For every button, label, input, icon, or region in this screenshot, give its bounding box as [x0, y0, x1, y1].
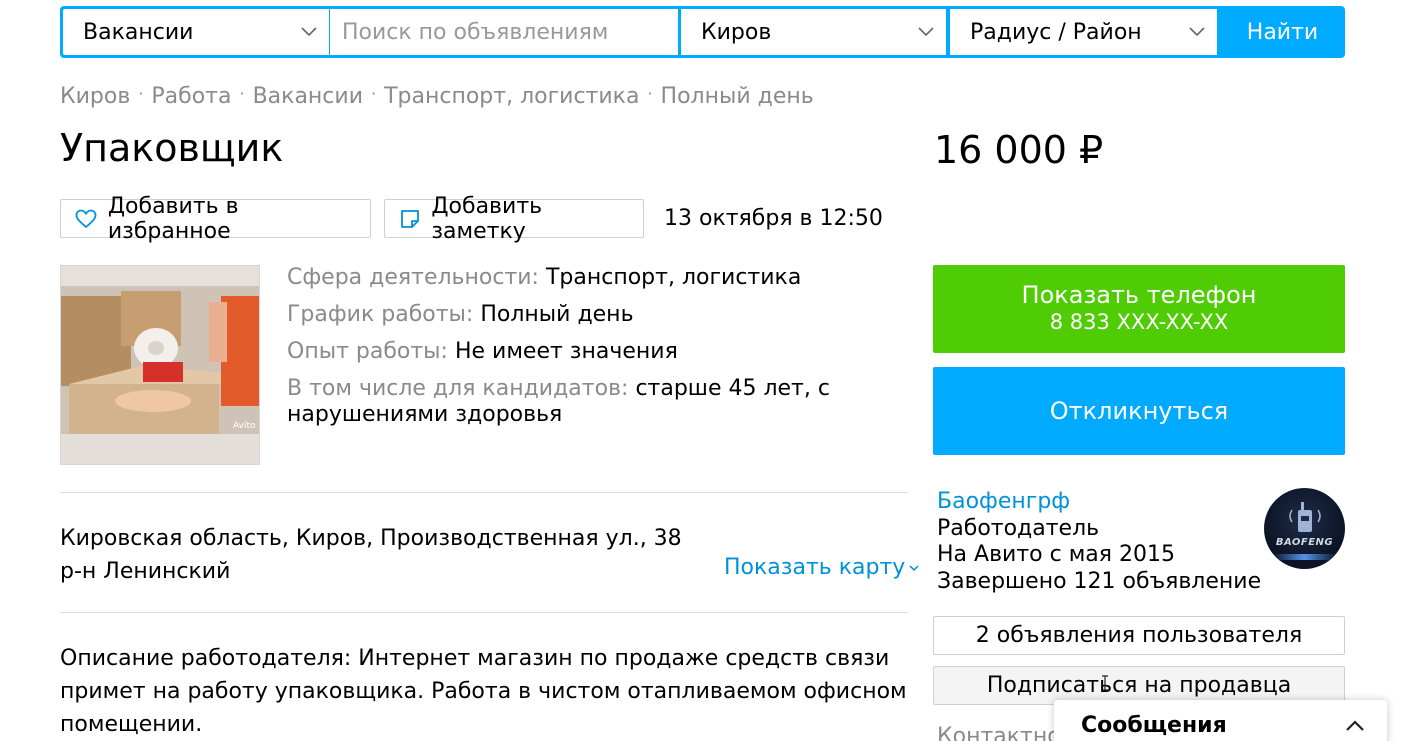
add-to-favorites-label: Добавить в избранное — [107, 193, 239, 244]
seller-since: На Авито с мая 2015 — [937, 542, 1175, 567]
page-title: Упаковщик — [60, 126, 284, 170]
address: Кировская область, Киров, Производственн… — [60, 522, 682, 588]
chevron-down-icon — [909, 560, 919, 576]
breadcrumb-separator: · — [138, 84, 144, 103]
param-label: В том числе для кандидатов: — [287, 376, 629, 401]
param-value: Не имеет значения — [454, 339, 678, 364]
search-input-placeholder: Поиск по объявлениям — [342, 19, 609, 45]
param-row: Сфера деятельности: Транспорт, логистика — [287, 265, 847, 291]
show-map-link[interactable]: Показать карту — [724, 555, 919, 580]
job-params: Сфера деятельности: Транспорт, логистика… — [287, 265, 847, 439]
show-map-label: Показать карту — [724, 555, 906, 580]
search-button[interactable]: Найти — [1220, 6, 1345, 58]
radius-select[interactable]: Радиус / Район — [950, 9, 1217, 55]
chevron-down-icon — [1177, 27, 1217, 37]
avatar[interactable]: BAOFENG — [1264, 488, 1345, 569]
breadcrumb: Киров · Работа · Вакансии · Транспорт, л… — [60, 84, 814, 109]
masked-phone: 8 833 XXX-XX-XX — [1049, 310, 1229, 334]
city-select-value: Киров — [701, 19, 772, 45]
city-select[interactable]: Киров — [681, 9, 946, 55]
chevron-down-icon — [289, 27, 329, 37]
breadcrumb-item[interactable]: Полный день — [661, 84, 814, 109]
address-line: Кировская область, Киров, Производственн… — [60, 526, 682, 551]
breadcrumb-separator: · — [239, 84, 245, 103]
radius-select-value: Радиус / Район — [970, 19, 1142, 45]
reply-button[interactable]: Откликнуться — [933, 367, 1345, 455]
listing-photo[interactable]: Avito — [60, 265, 260, 465]
chevron-up-icon[interactable] — [1343, 714, 1367, 738]
breadcrumb-separator: · — [371, 84, 377, 103]
breadcrumb-item[interactable]: Киров — [60, 84, 130, 109]
param-value: Полный день — [480, 302, 634, 327]
messages-title: Сообщения — [1081, 713, 1227, 738]
breadcrumb-item[interactable]: Транспорт, логистика — [384, 84, 639, 109]
seller-role: Работодатель — [937, 515, 1100, 541]
param-label: График работы: — [287, 302, 474, 327]
user-ads-button[interactable]: 2 объявления пользователя — [933, 616, 1345, 655]
param-label: Опыт работы: — [287, 339, 448, 364]
param-label: Сфера деятельности: — [287, 265, 539, 290]
seller-completed: Завершено 121 объявление — [937, 568, 1262, 594]
breadcrumb-separator: · — [647, 84, 653, 103]
add-note-label: Добавить заметку — [431, 193, 543, 244]
breadcrumb-item[interactable]: Работа — [151, 84, 231, 109]
publish-date: 13 октября в 12:50 — [664, 206, 883, 231]
avatar-brand: BAOFENG — [1275, 537, 1334, 548]
param-row: Опыт работы: Не имеет значения — [287, 339, 847, 365]
breadcrumb-item[interactable]: Вакансии — [253, 84, 363, 109]
district-line: р-н Ленинский — [60, 559, 231, 584]
description: Описание работодателя: Интернет магазин … — [60, 646, 907, 737]
show-phone-label: Показать телефон — [1021, 281, 1257, 309]
price: 16 000 ₽ — [934, 128, 1104, 172]
messages-panel[interactable]: Сообщения — [1054, 700, 1387, 741]
text-cursor-icon — [1102, 675, 1108, 691]
note-icon — [399, 207, 421, 231]
search-input[interactable]: Поиск по объявлениям — [330, 9, 678, 55]
seller-name-link[interactable]: Баофенгрф — [937, 489, 1261, 516]
seller-info: Баофенгрф Работодатель На Авито с мая 20… — [937, 489, 1261, 595]
divider — [60, 612, 908, 613]
photo-watermark: Avito — [233, 421, 256, 431]
param-value: Транспорт, логистика — [545, 265, 802, 290]
search-bar: Вакансии Поиск по объявлениям Киров Ради… — [60, 6, 1345, 58]
show-phone-button[interactable]: Показать телефон 8 833 XXX-XX-XX — [933, 265, 1345, 353]
packing-illustration: Avito — [61, 266, 259, 464]
category-select[interactable]: Вакансии — [63, 9, 329, 55]
divider — [60, 492, 908, 493]
add-note-button[interactable]: Добавить заметку — [384, 194, 644, 244]
avatar-shine — [1272, 554, 1337, 560]
param-row: График работы: Полный день — [287, 302, 847, 328]
category-select-value: Вакансии — [83, 19, 194, 45]
heart-icon — [75, 207, 98, 231]
param-row: В том числе для кандидатов: старше 45 ле… — [287, 376, 847, 428]
chevron-down-icon — [906, 27, 946, 37]
add-to-favorites-button[interactable]: Добавить в избранное — [60, 194, 371, 244]
